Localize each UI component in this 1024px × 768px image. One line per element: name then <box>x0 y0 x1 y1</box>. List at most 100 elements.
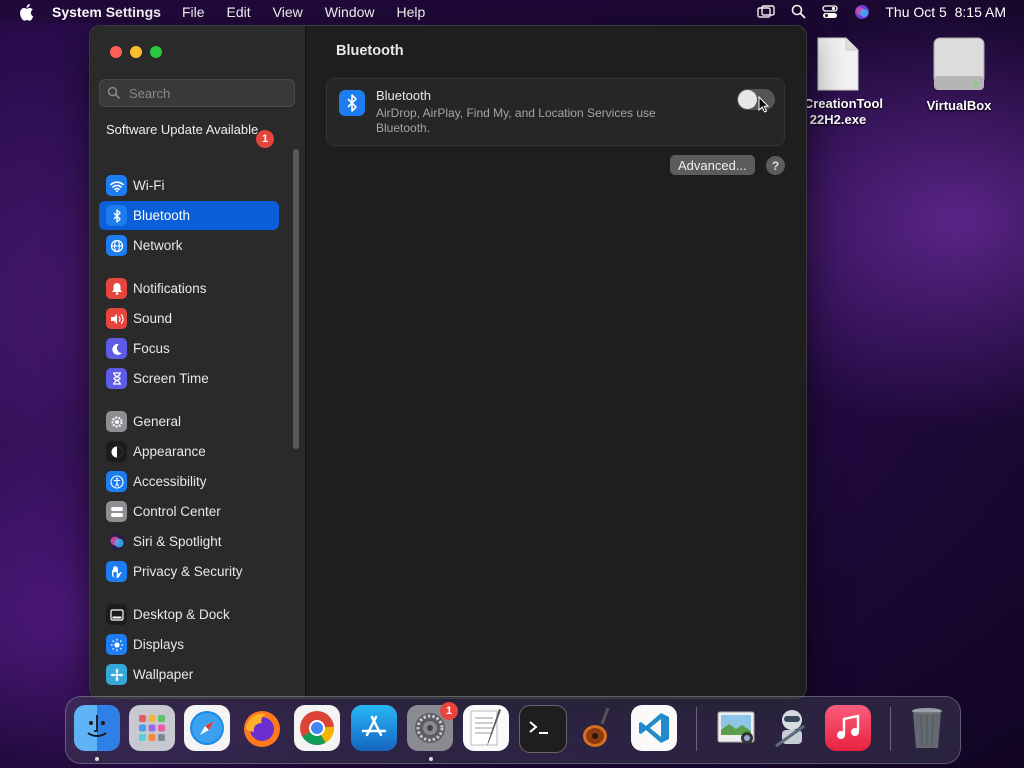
sidebar-item-displays[interactable]: Displays <box>99 630 279 659</box>
close-button[interactable] <box>110 46 122 58</box>
search-field[interactable] <box>99 79 295 107</box>
sidebar: Software Update Available 1 Wi-Fi Blueto… <box>90 26 306 698</box>
accessibility-icon <box>106 471 127 492</box>
sidebar-item-label: Displays <box>133 637 185 652</box>
sidebar-item-focus[interactable]: Focus <box>99 334 279 363</box>
sidebar-item-network[interactable]: Network <box>99 231 279 260</box>
apple-menu-icon[interactable] <box>18 3 36 21</box>
sidebar-item-control-center[interactable]: Control Center <box>99 497 279 526</box>
moon-icon <box>106 338 127 359</box>
spotlight-search-icon[interactable] <box>789 4 807 20</box>
sidebar-scrollbar[interactable] <box>293 149 299 449</box>
search-input[interactable] <box>127 84 281 102</box>
screen-mirroring-icon[interactable] <box>757 4 776 20</box>
desktop-drive-label: VirtualBox <box>926 98 992 113</box>
bluetooth-card: Bluetooth AirDrop, AirPlay, Find My, and… <box>326 78 785 146</box>
garageband-icon[interactable] <box>575 705 621 751</box>
bluetooth-icon <box>106 205 127 226</box>
sidebar-item-desktop-dock[interactable]: Desktop & Dock <box>99 600 279 629</box>
sidebar-item-label: Wallpaper <box>133 667 194 682</box>
sidebar-item-accessibility[interactable]: Accessibility <box>99 467 279 496</box>
menu-edit[interactable]: Edit <box>227 4 251 20</box>
sidebar-item-general[interactable]: General <box>99 407 279 436</box>
menu-file[interactable]: File <box>182 4 205 20</box>
sidebar-item-sound[interactable]: Sound <box>99 304 279 333</box>
chrome-icon[interactable] <box>294 705 340 751</box>
terminal-icon[interactable] <box>519 705 567 753</box>
page-title: Bluetooth <box>336 43 404 59</box>
safari-icon[interactable] <box>184 705 230 751</box>
wifi-icon <box>106 175 127 196</box>
sidebar-item-label: Privacy & Security <box>133 564 243 579</box>
automator-icon[interactable] <box>769 705 815 751</box>
menu-window[interactable]: Window <box>325 4 375 20</box>
dock-separator <box>696 707 697 751</box>
dock-separator <box>890 707 891 751</box>
mouse-cursor-icon <box>758 95 770 118</box>
sidebar-item-label: Desktop & Dock <box>133 607 230 622</box>
menubar-clock[interactable]: Thu Oct 5 8:15 AM <box>885 4 1006 20</box>
minimize-button[interactable] <box>130 46 142 58</box>
desktop-drive-virtualbox[interactable]: VirtualBox <box>909 36 1009 114</box>
window-controls <box>110 46 162 58</box>
sidebar-item-label: Wi-Fi <box>133 178 165 193</box>
software-update-item[interactable]: Software Update Available <box>106 122 276 138</box>
firefox-icon[interactable] <box>239 705 285 751</box>
sidebar-item-label: Network <box>133 238 183 253</box>
bluetooth-icon <box>339 90 365 116</box>
music-icon[interactable] <box>825 705 871 751</box>
system-settings-window: Software Update Available 1 Wi-Fi Blueto… <box>89 25 807 699</box>
sidebar-item-appearance[interactable]: Appearance <box>99 437 279 466</box>
sidebar-item-privacy-security[interactable]: Privacy & Security <box>99 557 279 586</box>
textedit-icon[interactable] <box>463 705 509 751</box>
bluetooth-card-title: Bluetooth <box>376 88 431 103</box>
menu-view[interactable]: View <box>273 4 303 20</box>
sidebar-item-wallpaper[interactable]: Wallpaper <box>99 660 279 689</box>
siri-icon[interactable] <box>853 4 871 20</box>
finder-icon[interactable] <box>74 705 120 751</box>
sun-icon <box>106 634 127 655</box>
preview-icon[interactable] <box>713 705 759 751</box>
control-center-icon[interactable] <box>821 4 839 20</box>
hourglass-icon <box>106 368 127 389</box>
advanced-button[interactable]: Advanced... <box>670 155 755 175</box>
sidebar-item-label: Appearance <box>133 444 206 459</box>
wallpaper-icon <box>106 664 127 685</box>
sidebar-item-siri-spotlight[interactable]: Siri & Spotlight <box>99 527 279 556</box>
globe-icon <box>106 235 127 256</box>
speaker-icon <box>106 308 127 329</box>
menu-help[interactable]: Help <box>397 4 426 20</box>
help-button[interactable]: ? <box>766 156 785 175</box>
sidebar-item-label: Control Center <box>133 504 221 519</box>
sidebar-item-wifi[interactable]: Wi-Fi <box>99 171 279 200</box>
software-update-badge: 1 <box>256 130 274 148</box>
sidebar-item-label: General <box>133 414 182 429</box>
sidebar-item-bluetooth[interactable]: Bluetooth <box>99 201 279 230</box>
zoom-button[interactable] <box>150 46 162 58</box>
sidebar-item-label: Accessibility <box>133 474 207 489</box>
sidebar-item-screen-time[interactable]: Screen Time <box>99 364 279 393</box>
drive-icon <box>930 36 988 94</box>
gear-icon <box>106 411 127 432</box>
app-store-icon[interactable] <box>351 705 397 751</box>
menu-bar: System Settings File Edit View Window He… <box>0 0 1024 23</box>
sidebar-item-notifications[interactable]: Notifications <box>99 274 279 303</box>
sidebar-item-label: Siri & Spotlight <box>133 534 222 549</box>
content-pane: Bluetooth Bluetooth AirDrop, AirPlay, Fi… <box>306 26 806 698</box>
dock: 1 <box>65 696 961 764</box>
system-settings-badge: 1 <box>440 702 458 720</box>
appearance-icon <box>106 441 127 462</box>
vscode-icon[interactable] <box>631 705 677 751</box>
bell-icon <box>106 278 127 299</box>
sidebar-item-label: Sound <box>133 311 173 326</box>
sidebar-item-label: Bluetooth <box>133 208 191 223</box>
trash-icon[interactable] <box>904 705 950 751</box>
app-menu[interactable]: System Settings <box>52 4 161 20</box>
search-icon <box>107 86 121 100</box>
sidebar-item-label: Screen Time <box>133 371 209 386</box>
bluetooth-card-description: AirDrop, AirPlay, Find My, and Location … <box>376 106 656 135</box>
siri-icon <box>106 531 127 552</box>
running-indicator <box>95 757 99 761</box>
hand-icon <box>106 561 127 582</box>
launchpad-icon[interactable] <box>129 705 175 751</box>
